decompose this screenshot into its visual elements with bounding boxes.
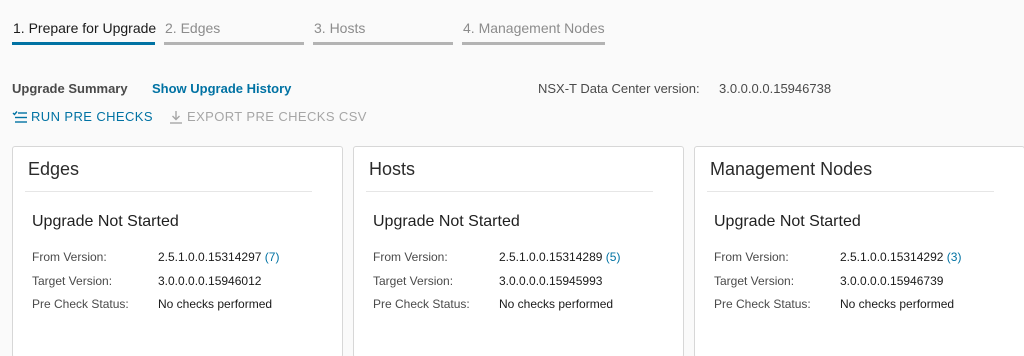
- card-title: Hosts: [369, 159, 416, 179]
- upgrade-status: Upgrade Not Started: [32, 213, 179, 230]
- export-pre-checks-csv-label: EXPORT PRE CHECKS CSV: [187, 109, 367, 124]
- show-upgrade-history-link[interactable]: Show Upgrade History: [152, 81, 291, 96]
- step-label: 4. Management Nodes: [463, 20, 605, 36]
- card-title: Management Nodes: [710, 159, 873, 179]
- pre-check-status-label: Pre Check Status:: [32, 297, 129, 311]
- pre-check-status-value: No checks performed: [158, 297, 273, 311]
- card-divider: [366, 191, 653, 192]
- pre-check-status-label: Pre Check Status:: [373, 297, 470, 311]
- step-management-nodes[interactable]: 4. Management Nodes: [462, 0, 605, 46]
- version-label: NSX-T Data Center version:: [538, 81, 700, 96]
- pre-check-status-value: No checks performed: [840, 297, 955, 311]
- target-version-label: Target Version:: [32, 274, 113, 288]
- pre-check-status-value: No checks performed: [499, 297, 614, 311]
- target-version-value: 3.0.0.0.0.15946012: [158, 274, 262, 288]
- step-progress-bar: [313, 42, 453, 45]
- from-version-value: 2.5.1.0.0.15314289 (5): [499, 250, 620, 264]
- step-label: 1. Prepare for Upgrade: [13, 20, 157, 36]
- edge-count-link[interactable]: (7): [265, 250, 280, 264]
- from-version-value: 2.5.1.0.0.15314297 (7): [158, 250, 279, 264]
- list-check-icon: [12, 110, 27, 123]
- step-prepare-for-upgrade[interactable]: 1. Prepare for Upgrade: [12, 0, 157, 46]
- download-icon: [170, 110, 182, 124]
- step-progress-bar: [164, 42, 304, 45]
- target-version-label: Target Version:: [714, 274, 795, 288]
- management-nodes-card: Management Nodes Upgrade Not Started Fro…: [694, 146, 1024, 356]
- upgrade-status: Upgrade Not Started: [373, 213, 520, 230]
- from-version-number: 2.5.1.0.0.15314297: [158, 250, 262, 264]
- upgrade-status: Upgrade Not Started: [714, 213, 861, 230]
- node-count-link[interactable]: (3): [947, 250, 962, 264]
- card-title: Edges: [28, 159, 80, 179]
- from-version-label: From Version:: [714, 250, 789, 264]
- step-edges[interactable]: 2. Edges: [164, 0, 304, 46]
- from-version-value: 2.5.1.0.0.15314292 (3): [840, 250, 961, 264]
- edges-card: Edges Upgrade Not Started From Version: …: [12, 146, 343, 356]
- step-label: 2. Edges: [165, 20, 221, 36]
- step-progress-bar: [12, 42, 155, 45]
- from-version-number: 2.5.1.0.0.15314292: [840, 250, 944, 264]
- from-version-label: From Version:: [32, 250, 107, 264]
- pre-check-status-label: Pre Check Status:: [714, 297, 811, 311]
- from-version-number: 2.5.1.0.0.15314289: [499, 250, 603, 264]
- step-label: 3. Hosts: [314, 20, 366, 36]
- host-count-link[interactable]: (5): [606, 250, 621, 264]
- version-value: 3.0.0.0.0.15946738: [719, 81, 832, 96]
- run-pre-checks-label: RUN PRE CHECKS: [31, 109, 153, 124]
- target-version-value: 3.0.0.0.0.15945993: [499, 274, 603, 288]
- card-divider: [707, 191, 994, 192]
- card-divider: [25, 191, 312, 192]
- target-version-label: Target Version:: [373, 274, 454, 288]
- step-hosts[interactable]: 3. Hosts: [313, 0, 453, 46]
- from-version-label: From Version:: [373, 250, 448, 264]
- hosts-card: Hosts Upgrade Not Started From Version: …: [353, 146, 684, 356]
- export-pre-checks-csv-button[interactable]: EXPORT PRE CHECKS CSV: [168, 109, 367, 124]
- upgrade-summary-title: Upgrade Summary: [12, 81, 128, 96]
- step-progress-bar: [462, 42, 605, 45]
- target-version-value: 3.0.0.0.0.15946739: [840, 274, 944, 288]
- run-pre-checks-button[interactable]: RUN PRE CHECKS: [12, 109, 153, 124]
